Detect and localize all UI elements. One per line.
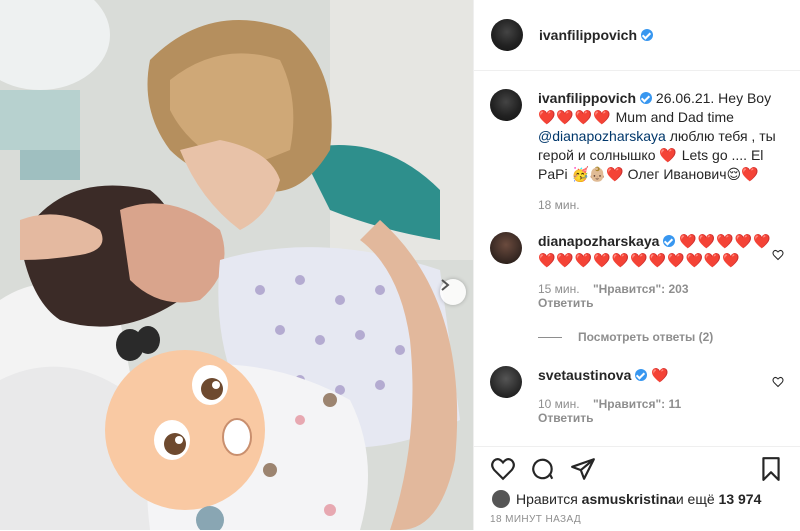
- caption-author-avatar[interactable]: [490, 89, 522, 121]
- view-replies-label: Посмотреть ответы (2): [578, 330, 714, 344]
- heart-icon[interactable]: [772, 376, 784, 388]
- caption-time[interactable]: 18 мин.: [538, 198, 580, 212]
- author-avatar[interactable]: [491, 19, 523, 51]
- liked-by: Нравится asmuskristina и ещё 13 974: [474, 490, 800, 508]
- post-photo[interactable]: [0, 0, 473, 530]
- caption-line1: 26.06.21. Hey Boy: [655, 90, 772, 106]
- caption-meta: 18 мин.: [538, 198, 784, 212]
- reply-button[interactable]: Ответить: [538, 411, 763, 425]
- caption-heart: ❤️: [659, 147, 678, 163]
- liker-avatar[interactable]: [492, 490, 510, 508]
- comments-list: ivanfilippovich 26.06.21. Hey Boy ❤️❤️❤️…: [474, 71, 800, 446]
- comment-icon[interactable]: [530, 456, 556, 482]
- comment-username[interactable]: dianapozharskaya: [538, 233, 659, 249]
- comment-likes[interactable]: "Нравится": 203: [593, 282, 689, 296]
- caption-line5: Олег Иванович: [623, 166, 727, 182]
- bookmark-icon[interactable]: [758, 456, 784, 482]
- comment-item: svetaustinova ❤️ 10 мин. "Нравится": 11 …: [490, 366, 784, 425]
- author-username[interactable]: ivanfilippovich: [539, 27, 637, 43]
- comment-meta: 10 мин. "Нравится": 11 Ответить: [538, 397, 773, 425]
- view-replies-button[interactable]: Посмотреть ответы (2): [538, 330, 784, 344]
- caption-mention-link[interactable]: @dianapozharskaya: [538, 128, 666, 144]
- comment-username[interactable]: svetaustinova: [538, 367, 631, 383]
- replies-divider: [538, 336, 562, 338]
- post-side-panel: ivanfilippovich ivanfilippovich 26.06.21…: [473, 0, 800, 530]
- comment-time[interactable]: 10 мин.: [538, 397, 580, 411]
- next-photo-button[interactable]: [440, 279, 466, 305]
- commenter-avatar[interactable]: [490, 232, 522, 264]
- heart-icon[interactable]: [490, 456, 516, 482]
- comment-time[interactable]: 15 мин.: [538, 282, 580, 296]
- instagram-post: ivanfilippovich ivanfilippovich 26.06.21…: [0, 0, 800, 530]
- comment-item: dianapozharskaya ❤️❤️❤️❤️❤️❤️❤️❤️❤️❤️❤️❤…: [490, 232, 784, 310]
- caption-body: ivanfilippovich 26.06.21. Hey Boy ❤️❤️❤️…: [538, 89, 784, 212]
- verified-icon: [641, 29, 654, 41]
- comment-meta: 15 мин. "Нравится": 203 Ответить: [538, 282, 773, 310]
- verified-icon: [635, 369, 648, 381]
- heart-icon[interactable]: [772, 249, 784, 261]
- caption-hearts: ❤️❤️❤️❤️: [538, 109, 612, 125]
- commenter-avatar[interactable]: [490, 366, 522, 398]
- photo-illustration: [0, 0, 473, 530]
- caption-line2: Mum and Dad time: [611, 109, 734, 125]
- reply-button[interactable]: Ответить: [538, 296, 763, 310]
- liked-by-prefix: Нравится: [516, 491, 578, 507]
- verified-icon: [663, 235, 676, 247]
- comment-body: dianapozharskaya ❤️❤️❤️❤️❤️❤️❤️❤️❤️❤️❤️❤…: [538, 232, 773, 310]
- liked-by-user[interactable]: asmuskristina: [582, 491, 676, 507]
- chevron-right-icon: [441, 279, 450, 291]
- comment-body: svetaustinova ❤️ 10 мин. "Нравится": 11 …: [538, 366, 773, 425]
- liked-by-suffix: и ещё: [675, 491, 715, 507]
- verified-icon: [640, 92, 653, 104]
- caption-end-emojis: 😌❤️: [726, 166, 759, 182]
- action-icons: [474, 447, 800, 485]
- caption-emojis: 🥳👶🏼❤️: [571, 166, 624, 182]
- share-icon[interactable]: [570, 456, 596, 482]
- post-timestamp[interactable]: 18 МИНУТ НАЗАД: [474, 514, 800, 525]
- caption-author[interactable]: ivanfilippovich: [538, 90, 636, 106]
- caption: ivanfilippovich 26.06.21. Hey Boy ❤️❤️❤️…: [490, 89, 784, 212]
- comment-text: ❤️: [651, 367, 670, 383]
- post-header: ivanfilippovich: [474, 0, 800, 71]
- comment-likes[interactable]: "Нравится": 11: [593, 397, 681, 411]
- post-actions: Нравится asmuskristina и ещё 13 974 18 М…: [474, 446, 800, 531]
- liked-by-count[interactable]: 13 974: [719, 491, 762, 507]
